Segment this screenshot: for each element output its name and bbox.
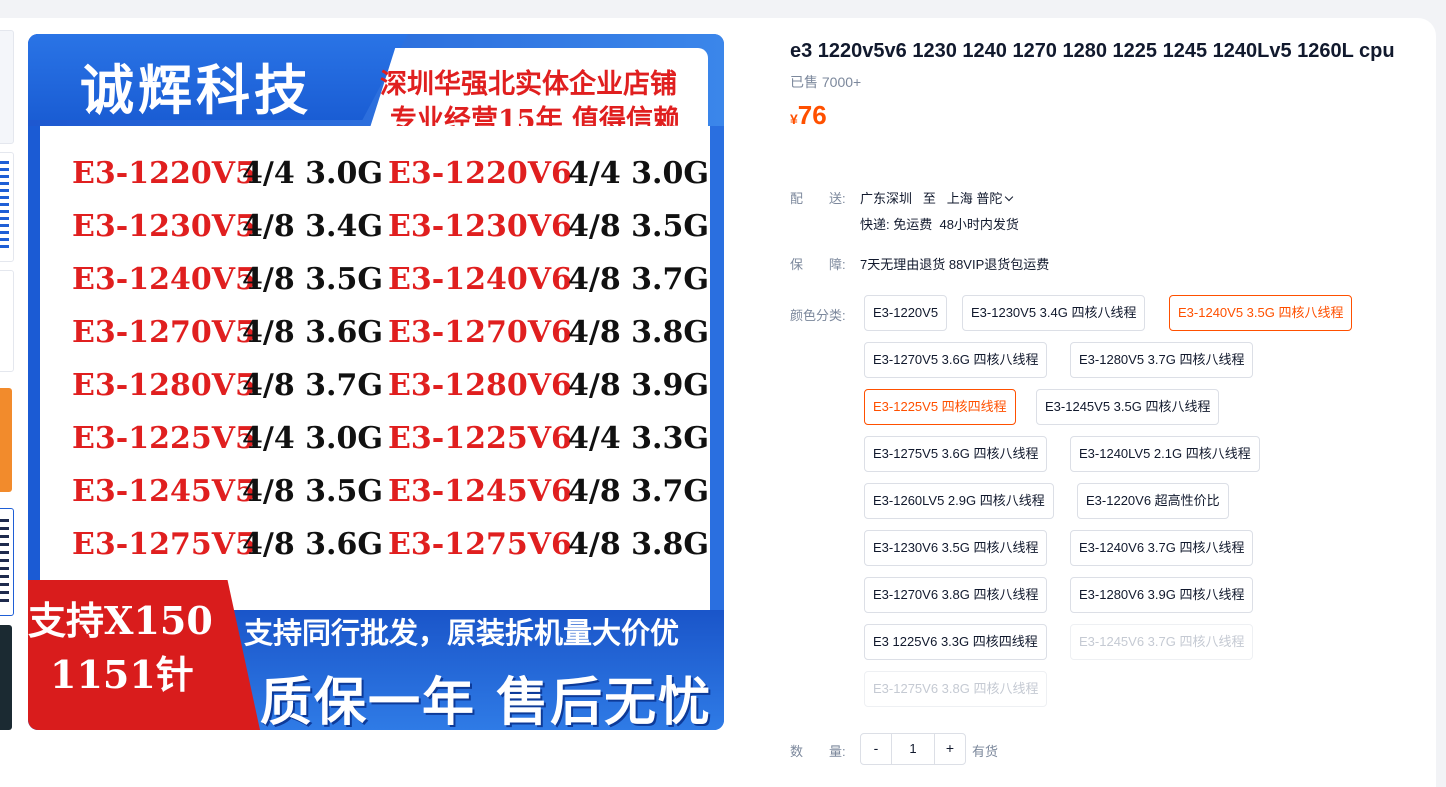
sku-option[interactable]: E3-1245V5 3.5G 四核八线程 bbox=[1036, 389, 1220, 425]
spec-value: 4/4 3.0G bbox=[242, 156, 383, 191]
thumbnail-2[interactable] bbox=[0, 152, 14, 262]
thumbnail-5[interactable] bbox=[0, 508, 14, 616]
ship-destination-selector[interactable]: 上海 普陀 bbox=[946, 191, 1014, 206]
spec-model: E3-1220V6 bbox=[388, 156, 572, 191]
spec-row: E3-1220V5 4/4 3.0G E3-1220V6 4/4 3.0G bbox=[72, 156, 722, 204]
spec-model: E3-1230V6 bbox=[388, 209, 572, 244]
spec-value: 4/8 3.5G bbox=[568, 209, 709, 244]
product-info: e3 1220v5v6 1230 1240 1270 1280 1225 124… bbox=[790, 36, 1430, 131]
spec-row: E3-1240V5 4/8 3.5G E3-1240V6 4/8 3.7G bbox=[72, 262, 722, 310]
spec-value: 4/8 3.9G bbox=[568, 368, 709, 403]
shipping-label: 配 送: bbox=[790, 191, 846, 206]
spec-row: E3-1245V5 4/8 3.5G E3-1245V6 4/8 3.7G bbox=[72, 474, 722, 522]
sku-option[interactable]: E3 1225V6 3.3G 四核四线程 bbox=[864, 624, 1047, 660]
quantity-input[interactable]: 1 bbox=[892, 733, 934, 765]
sku-option[interactable]: E3-1275V5 3.6G 四核八线程 bbox=[864, 436, 1048, 472]
price: ¥76 bbox=[790, 100, 1430, 131]
ship-destination: 上海 普陀 bbox=[946, 191, 1003, 206]
sku-option[interactable]: E3-1260LV5 2.9G 四核八线程 bbox=[864, 483, 1054, 519]
thumbnail-3[interactable] bbox=[0, 270, 14, 372]
sku-option-disabled: E3-1245V6 3.7G 四核八线程 bbox=[1070, 624, 1254, 660]
sku-option[interactable]: E3-1230V5 3.4G 四核八线程 bbox=[962, 295, 1146, 331]
spec-value: 4/8 3.5G bbox=[242, 474, 383, 509]
spec-model: E3-1275V6 bbox=[388, 527, 572, 562]
ship-from: 广东深圳 bbox=[860, 191, 913, 206]
spec-value: 4/4 3.0G bbox=[242, 421, 383, 456]
spec-model: E3-1270V5 bbox=[72, 315, 256, 350]
thumbnail-strip bbox=[0, 30, 14, 730]
thumbnail-4[interactable] bbox=[0, 388, 12, 492]
sku-option[interactable]: E3-1230V6 3.5G 四核八线程 bbox=[864, 530, 1048, 566]
spec-model: E3-1280V6 bbox=[388, 368, 572, 403]
sku-option-disabled: E3-1275V6 3.8G 四核八线程 bbox=[864, 671, 1048, 707]
increase-button[interactable]: + bbox=[934, 733, 966, 765]
thumbnail-1[interactable] bbox=[0, 30, 14, 144]
spec-model: E3-1245V6 bbox=[388, 474, 572, 509]
sku-option[interactable]: E3-1220V6 超高性价比 bbox=[1077, 483, 1229, 519]
spec-value: 4/8 3.7G bbox=[568, 474, 709, 509]
badge-line-1: 支持X150 bbox=[28, 598, 213, 643]
spec-model: E3-1220V5 bbox=[72, 156, 256, 191]
spec-value: 4/8 3.6G bbox=[242, 315, 383, 350]
sku-option-selected[interactable]: E3-1240V5 3.5G 四核八线程 bbox=[1169, 295, 1353, 331]
thumbnail-6[interactable] bbox=[0, 625, 12, 730]
stock-status: 有货 bbox=[972, 744, 999, 759]
main-product-image: 诚辉科技 深圳华强北实体企业店铺 专业经营15年 值得信赖 E3-1220V5 … bbox=[28, 34, 724, 730]
spec-model: E3-1275V5 bbox=[72, 527, 256, 562]
guarantee-label: 保 障: bbox=[790, 257, 846, 272]
ship-to-word: 至 bbox=[922, 191, 936, 206]
promo-line-2: 质保一年 售后无忧 bbox=[260, 673, 713, 730]
sku-option[interactable]: E3-1240V6 3.7G 四核八线程 bbox=[1070, 530, 1254, 566]
spec-value: 4/8 3.6G bbox=[242, 527, 383, 562]
spec-model: E3-1240V6 bbox=[388, 262, 572, 297]
sold-count: 已售 7000+ bbox=[790, 74, 862, 90]
product-title: e3 1220v5v6 1230 1240 1270 1280 1225 124… bbox=[790, 40, 1395, 62]
spec-value: 4/8 3.7G bbox=[568, 262, 709, 297]
sku-label: 颜色分类: bbox=[790, 308, 846, 323]
spec-value: 4/8 3.5G bbox=[242, 262, 383, 297]
dispatch-time: 48小时内发货 bbox=[939, 217, 1019, 232]
sku-option[interactable]: E3-1280V5 3.7G 四核八线程 bbox=[1070, 342, 1254, 378]
spec-table: E3-1220V5 4/4 3.0G E3-1220V6 4/4 3.0G E3… bbox=[28, 126, 710, 614]
spec-row: E3-1280V5 4/8 3.7G E3-1280V6 4/8 3.9G bbox=[72, 368, 722, 416]
sku-option[interactable]: E3-1240LV5 2.1G 四核八线程 bbox=[1070, 436, 1260, 472]
badge-line-2: 1151针 bbox=[50, 652, 194, 697]
express-fee: 快递: 免运费 bbox=[860, 217, 933, 232]
quantity-label: 数 量: bbox=[790, 744, 846, 759]
price-value: 76 bbox=[797, 100, 827, 130]
spec-value: 4/8 3.8G bbox=[568, 527, 709, 562]
slogan-line-1: 深圳华强北实体企业店铺 bbox=[380, 69, 677, 100]
quantity-stepper: - 1 + bbox=[860, 733, 966, 765]
promo-line-1: 支持同行批发，原装拆机量大价优 bbox=[244, 616, 680, 650]
spec-value: 4/4 3.0G bbox=[568, 156, 709, 191]
spec-model: E3-1240V5 bbox=[72, 262, 256, 297]
shipping-details: 快递: 免运费 48小时内发货 bbox=[860, 214, 1019, 233]
spec-value: 4/4 3.3G bbox=[568, 421, 709, 456]
spec-model: E3-1270V6 bbox=[388, 315, 572, 350]
sku-option[interactable]: E3-1270V6 3.8G 四核八线程 bbox=[864, 577, 1048, 613]
spec-model: E3-1225V6 bbox=[388, 421, 572, 456]
spec-model: E3-1245V5 bbox=[72, 474, 256, 509]
sku-option-selected[interactable]: E3-1225V5 四核四线程 bbox=[864, 389, 1016, 425]
guarantee-text: 7天无理由退货 88VIP退货包运费 bbox=[860, 257, 1050, 272]
sku-option[interactable]: E3-1280V6 3.9G 四核八线程 bbox=[1070, 577, 1254, 613]
currency-symbol: ¥ bbox=[790, 111, 798, 127]
spec-row: E3-1230V5 4/8 3.4G E3-1230V6 4/8 3.5G bbox=[72, 209, 722, 257]
shipping-route: 广东深圳 至 上海 普陀 bbox=[860, 188, 1014, 207]
decrease-button[interactable]: - bbox=[860, 733, 892, 765]
brand-name: 诚辉科技 bbox=[80, 59, 312, 122]
spec-row: E3-1270V5 4/8 3.6G E3-1270V6 4/8 3.8G bbox=[72, 315, 722, 363]
spec-value: 4/8 3.7G bbox=[242, 368, 383, 403]
spec-value: 4/8 3.4G bbox=[242, 209, 383, 244]
sku-option[interactable]: E3-1220V5 bbox=[864, 295, 948, 331]
spec-model: E3-1230V5 bbox=[72, 209, 256, 244]
spec-model: E3-1225V5 bbox=[72, 421, 256, 456]
spec-row: E3-1275V5 4/8 3.6G E3-1275V6 4/8 3.8G bbox=[72, 527, 722, 575]
spec-row: E3-1225V5 4/4 3.0G E3-1225V6 4/4 3.3G bbox=[72, 421, 722, 469]
spec-model: E3-1280V5 bbox=[72, 368, 256, 403]
sku-option[interactable]: E3-1270V5 3.6G 四核八线程 bbox=[864, 342, 1048, 378]
chevron-down-icon bbox=[1005, 192, 1014, 202]
spec-value: 4/8 3.8G bbox=[568, 315, 709, 350]
